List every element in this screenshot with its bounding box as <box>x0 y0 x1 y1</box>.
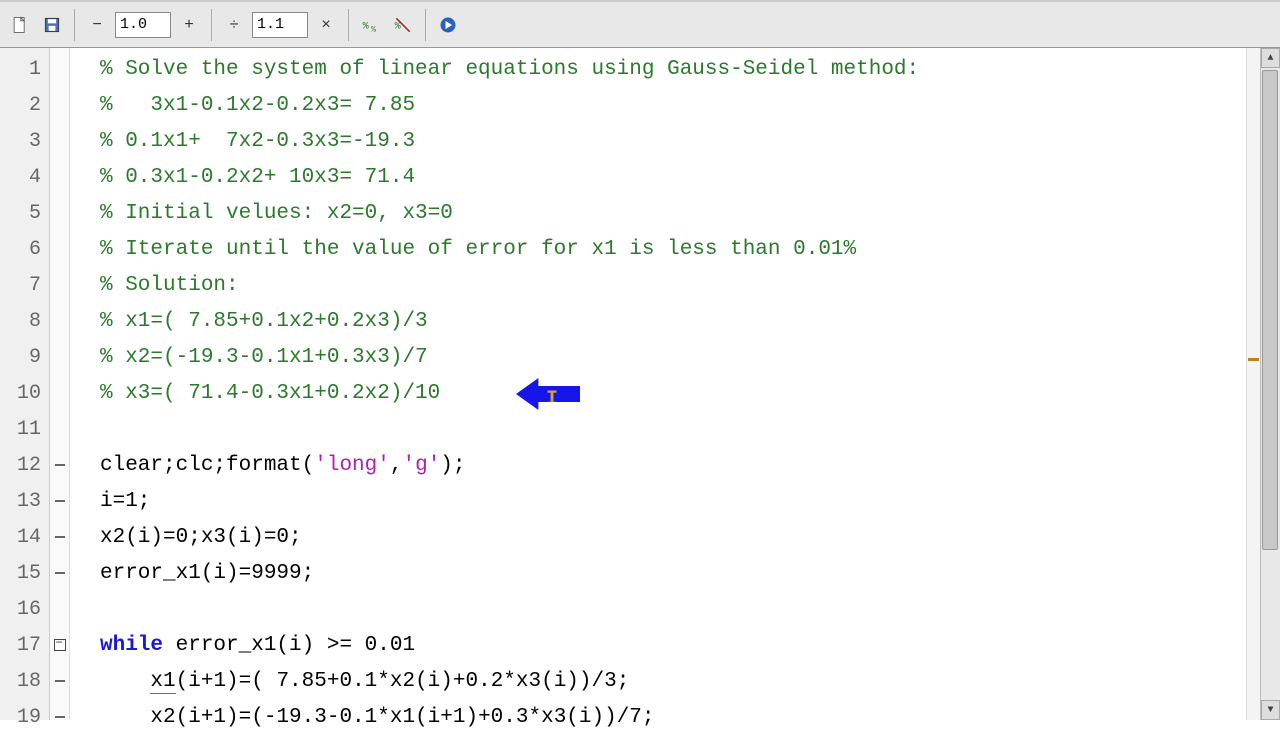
scroll-up-button[interactable]: ▲ <box>1261 48 1280 68</box>
fold-gutter <box>50 48 70 720</box>
zoom-a-input[interactable] <box>115 12 171 38</box>
fold-marker <box>50 52 69 88</box>
code-line[interactable]: % 0.3x1-0.2x2+ 10x3= 71.4 <box>100 160 1280 196</box>
fold-marker <box>50 556 69 592</box>
zoom-out-a-button[interactable]: − <box>83 11 111 39</box>
toggle-comment-icon[interactable]: %% <box>357 11 385 39</box>
fold-marker <box>50 592 69 628</box>
code-line[interactable]: % Solution: <box>100 268 1280 304</box>
line-number: 11 <box>0 412 49 448</box>
code-line[interactable]: % Iterate until the value of error for x… <box>100 232 1280 268</box>
line-number: 2 <box>0 88 49 124</box>
svg-text:%: % <box>363 21 369 32</box>
fold-marker <box>50 196 69 232</box>
code-line[interactable]: % Initial velues: x2=0, x3=0 <box>100 196 1280 232</box>
editor-area: 12345678910111213141516171819 % Solve th… <box>0 48 1280 720</box>
vertical-scrollbar[interactable]: ▲ ▼ <box>1260 48 1280 720</box>
fold-marker <box>50 448 69 484</box>
line-number: 15 <box>0 556 49 592</box>
line-number: 1 <box>0 52 49 88</box>
line-number: 17 <box>0 628 49 664</box>
fold-marker <box>50 88 69 124</box>
line-number: 12 <box>0 448 49 484</box>
code-line[interactable]: while error_x1(i) >= 0.01 <box>100 628 1280 664</box>
zoom-in-b-button[interactable]: × <box>312 11 340 39</box>
line-number: 9 <box>0 340 49 376</box>
zoom-out-b-button[interactable]: ÷ <box>220 11 248 39</box>
uncomment-icon[interactable]: % <box>389 11 417 39</box>
code-line[interactable]: clear;clc;format('long','g'); <box>100 448 1280 484</box>
svg-text:%: % <box>371 24 376 34</box>
code-line[interactable]: % x1=( 7.85+0.1x2+0.2x3)/3 <box>100 304 1280 340</box>
line-number: 19 <box>0 700 49 736</box>
code-area[interactable]: % Solve the system of linear equations u… <box>70 48 1280 720</box>
code-analyzer-rail <box>1246 48 1260 720</box>
fold-marker <box>50 664 69 700</box>
line-number: 8 <box>0 304 49 340</box>
code-line[interactable]: % 0.1x1+ 7x2-0.3x3=-19.3 <box>100 124 1280 160</box>
fold-marker <box>50 376 69 412</box>
fold-marker <box>50 160 69 196</box>
scroll-down-button[interactable]: ▼ <box>1261 700 1280 720</box>
line-number: 10 <box>0 376 49 412</box>
fold-marker <box>50 484 69 520</box>
fold-marker <box>50 412 69 448</box>
fold-marker <box>50 232 69 268</box>
fold-marker <box>50 340 69 376</box>
line-number: 4 <box>0 160 49 196</box>
line-number: 5 <box>0 196 49 232</box>
fold-marker[interactable] <box>50 628 69 664</box>
fold-marker <box>50 304 69 340</box>
code-line[interactable]: x1(i+1)=( 7.85+0.1*x2(i)+0.2*x3(i))/3; <box>100 664 1280 700</box>
code-line[interactable]: i=1; <box>100 484 1280 520</box>
code-line[interactable]: x2(i+1)=(-19.3-0.1*x1(i+1)+0.3*x3(i))/7; <box>100 700 1280 736</box>
fold-marker <box>50 520 69 556</box>
zoom-in-a-button[interactable]: + <box>175 11 203 39</box>
code-line[interactable] <box>100 412 1280 448</box>
code-line[interactable] <box>100 592 1280 628</box>
line-number: 13 <box>0 484 49 520</box>
code-warning-mark[interactable] <box>1248 358 1259 361</box>
line-number: 18 <box>0 664 49 700</box>
fold-marker <box>50 700 69 736</box>
svg-text:%: % <box>395 21 401 32</box>
save-icon[interactable] <box>38 11 66 39</box>
line-number-gutter: 12345678910111213141516171819 <box>0 48 50 720</box>
code-line[interactable]: % x3=( 71.4-0.3x1+0.2x2)/10 <box>100 376 1280 412</box>
code-line[interactable]: % Solve the system of linear equations u… <box>100 52 1280 88</box>
line-number: 14 <box>0 520 49 556</box>
run-section-icon[interactable] <box>434 11 462 39</box>
code-line[interactable]: x2(i)=0;x3(i)=0; <box>100 520 1280 556</box>
new-file-icon[interactable] <box>6 11 34 39</box>
fold-marker <box>50 268 69 304</box>
line-number: 3 <box>0 124 49 160</box>
zoom-b-input[interactable] <box>252 12 308 38</box>
line-number: 16 <box>0 592 49 628</box>
line-number: 7 <box>0 268 49 304</box>
fold-marker <box>50 124 69 160</box>
code-line[interactable]: % 3x1-0.1x2-0.2x3= 7.85 <box>100 88 1280 124</box>
code-line[interactable]: % x2=(-19.3-0.1x1+0.3x3)/7 <box>100 340 1280 376</box>
scroll-thumb[interactable] <box>1262 70 1278 550</box>
code-line[interactable]: error_x1(i)=9999; <box>100 556 1280 592</box>
editor-toolbar: − + ÷ × %% % <box>0 0 1280 48</box>
line-number: 6 <box>0 232 49 268</box>
